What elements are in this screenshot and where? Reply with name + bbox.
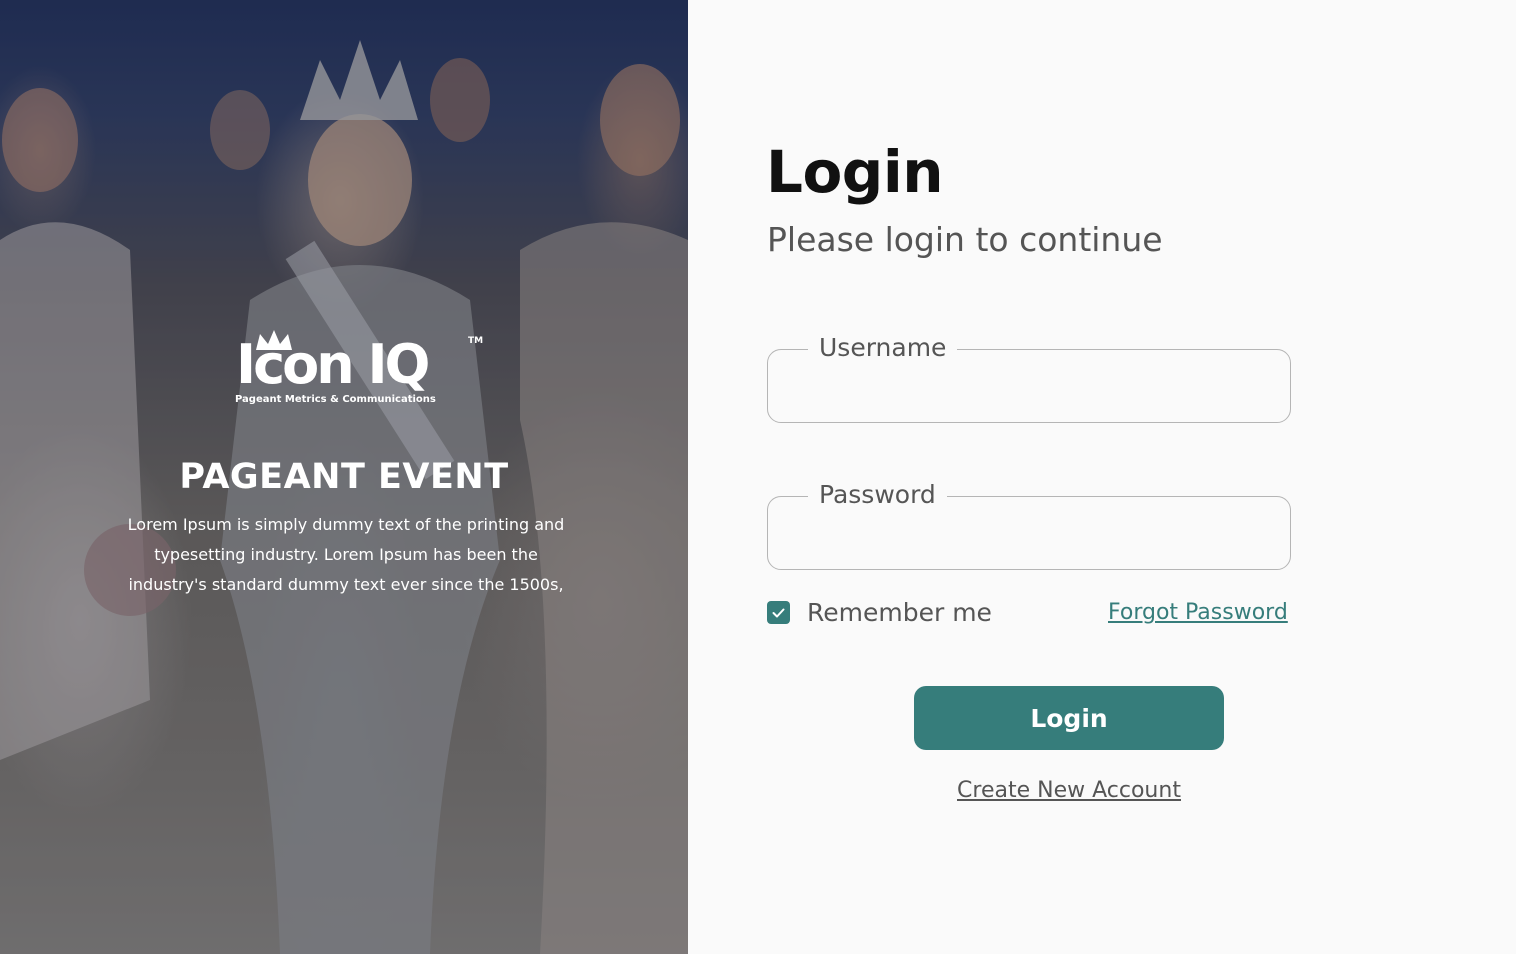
username-input[interactable] — [788, 368, 1268, 406]
hero-title: PAGEANT EVENT — [179, 457, 509, 497]
page-subtitle: Please login to continue — [767, 220, 1163, 259]
login-page: Icon IQ TM Pageant Metrics & Communicati… — [0, 0, 1516, 954]
page-title: Login — [766, 138, 944, 206]
hero-description: Lorem Ipsum is simply dummy text of the … — [127, 515, 565, 594]
remember-me-label: Remember me — [807, 598, 992, 627]
hero-content: Icon IQ TM Pageant Metrics & Communicati… — [0, 0, 688, 954]
username-field-container: Username — [767, 332, 1291, 423]
iconiq-logo: Icon IQ TM Pageant Metrics & Communicati… — [232, 330, 484, 409]
password-field-container: Password — [767, 479, 1291, 570]
forgot-password-link[interactable]: Forgot Password — [1108, 600, 1288, 625]
hero-panel: Icon IQ TM Pageant Metrics & Communicati… — [0, 0, 688, 954]
logo-tagline: Pageant Metrics & Communications — [235, 394, 436, 405]
logo-wordmark: Icon IQ — [236, 333, 430, 396]
remember-me-row[interactable]: Remember me — [767, 598, 992, 627]
create-account-row: Create New Account — [688, 778, 1450, 803]
checkmark-icon — [772, 608, 785, 617]
login-panel: Login Please login to continue Username … — [688, 0, 1516, 954]
password-input[interactable] — [788, 515, 1268, 553]
create-account-link[interactable]: Create New Account — [957, 778, 1181, 803]
remember-me-checkbox[interactable] — [767, 601, 790, 624]
username-label: Username — [808, 332, 958, 364]
logo-trademark: TM — [468, 336, 484, 346]
login-button[interactable]: Login — [914, 686, 1224, 750]
password-label: Password — [808, 479, 947, 511]
